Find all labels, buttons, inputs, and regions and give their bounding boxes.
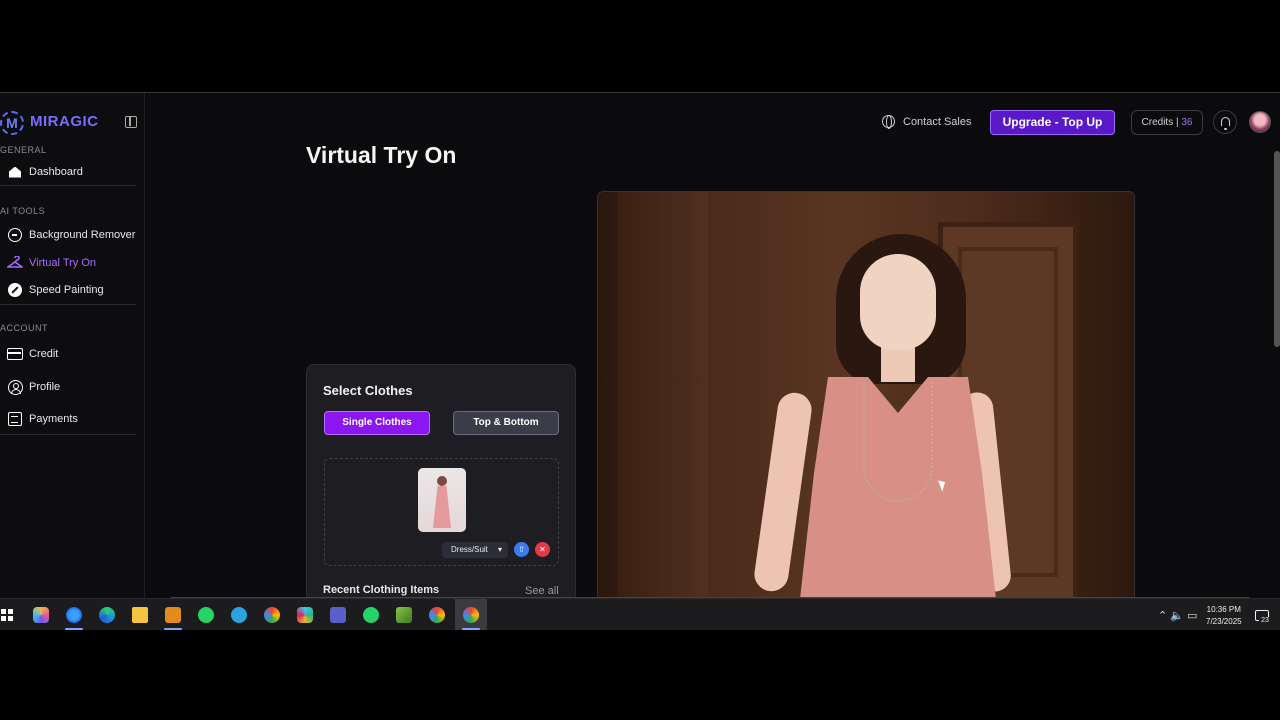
sidebar-item-virtual-try-on[interactable]: Virtual Try On <box>0 252 136 274</box>
system-tray[interactable]: ⌃ 🔈 ▭ <box>1158 609 1197 622</box>
notifications-button[interactable] <box>1213 110 1237 134</box>
globe-icon <box>882 115 895 129</box>
background-door-left <box>618 192 708 598</box>
divider <box>0 185 136 186</box>
vertical-scrollbar[interactable] <box>1274 151 1280 347</box>
trash-icon[interactable]: ✕ <box>535 542 550 557</box>
section-label-general: GENERAL <box>0 145 47 155</box>
brand-name: MIRAGIC <box>30 113 99 130</box>
credits-label: Credits | <box>1141 117 1179 128</box>
clock-date: 7/23/2025 <box>1206 617 1242 626</box>
taskbar-clock[interactable]: 10:36 PM 7/23/2025 <box>1206 604 1242 628</box>
app-window: M MIRAGIC GENERAL Dashboard AI TOOLS Bac… <box>0 92 1280 598</box>
windows-start-icon[interactable] <box>1 609 13 621</box>
top-bottom-button[interactable]: Top & Bottom <box>453 411 559 435</box>
edge-icon[interactable] <box>99 607 115 623</box>
select-clothes-title: Select Clothes <box>323 383 413 398</box>
sidebar-item-credit[interactable]: Credit <box>0 343 136 365</box>
chrome-active-icon[interactable] <box>463 607 479 623</box>
recent-clothing-title: Recent Clothing Items <box>323 584 440 596</box>
brand-logo-icon: M <box>0 111 24 135</box>
telegram-icon[interactable] <box>231 607 247 623</box>
sidebar: M MIRAGIC GENERAL Dashboard AI TOOLS Bac… <box>0 93 145 598</box>
app-icon[interactable] <box>396 607 412 623</box>
notification-count: 23 <box>1259 617 1271 627</box>
clothing-thumbnail[interactable] <box>418 468 466 532</box>
browser-icon[interactable] <box>66 607 82 623</box>
upload-icon[interactable]: ⇧ <box>514 542 529 557</box>
hanger-icon <box>7 255 23 271</box>
sidebar-item-speed-painting[interactable]: Speed Painting <box>0 279 136 301</box>
sidebar-item-label: Dashboard <box>29 166 83 178</box>
section-label-account: ACCOUNT <box>0 323 48 333</box>
clothing-type-value: Dress/Suit <box>451 545 488 554</box>
letterbox-top <box>0 0 1280 92</box>
contact-sales-label: Contact Sales <box>903 115 972 128</box>
brush-icon <box>7 282 23 298</box>
clothing-upload-area[interactable]: Dress/Suit ▾ ⇧ ✕ <box>324 458 559 566</box>
credits-badge[interactable]: Credits | 36 <box>1131 110 1203 135</box>
divider <box>0 434 136 435</box>
sidebar-item-label: Virtual Try On <box>29 257 97 269</box>
file-explorer-icon[interactable] <box>132 607 148 623</box>
credits-value: 36 <box>1181 117 1193 128</box>
sidebar-item-label: Profile <box>29 381 61 393</box>
bell-icon <box>1221 117 1230 130</box>
section-label-ai-tools: AI TOOLS <box>0 206 46 216</box>
single-clothes-button[interactable]: Single Clothes <box>324 411 430 435</box>
whatsapp-business-icon[interactable] <box>363 607 379 623</box>
copilot-icon[interactable] <box>33 607 49 623</box>
sidebar-item-label: Speed Painting <box>29 284 104 296</box>
whatsapp-icon[interactable] <box>198 607 214 623</box>
chrome-profile-icon[interactable] <box>264 607 280 623</box>
slack-icon[interactable] <box>297 607 313 623</box>
model-necklace <box>863 382 933 502</box>
sidebar-item-label: Payments <box>29 413 78 425</box>
sidebar-item-profile[interactable]: Profile <box>0 376 136 398</box>
brand[interactable]: M MIRAGIC <box>0 111 145 135</box>
page-title: Virtual Try On <box>306 142 457 168</box>
model-face <box>860 254 936 350</box>
taskbar: ⌃ 🔈 ▭ 10:36 PM 7/23/2025 23 <box>0 598 1280 631</box>
sidebar-item-label: Background Remover <box>29 229 136 241</box>
try-on-preview-image <box>597 191 1135 598</box>
clothing-type-select[interactable]: Dress/Suit ▾ <box>442 542 508 558</box>
sidebar-item-payments[interactable]: Payments <box>0 408 136 430</box>
select-clothes-panel: Select Clothes Single Clothes Top & Bott… <box>306 364 576 598</box>
card-icon <box>7 346 23 362</box>
chrome-icon[interactable] <box>429 607 445 623</box>
sidebar-item-dashboard[interactable]: Dashboard <box>0 161 136 183</box>
sidebar-item-background-remover[interactable]: Background Remover <box>0 224 136 246</box>
contact-sales-link[interactable]: Contact Sales <box>882 115 972 129</box>
avatar[interactable] <box>1249 111 1271 133</box>
sublime-text-icon[interactable] <box>165 607 181 623</box>
divider <box>0 304 136 305</box>
teams-icon[interactable] <box>330 607 346 623</box>
wallet-icon <box>7 411 23 427</box>
letterbox-bottom <box>0 630 1280 720</box>
clock-time: 10:36 PM <box>1206 605 1241 614</box>
sidebar-collapse-icon[interactable] <box>125 116 137 128</box>
circle-minus-icon <box>7 227 23 243</box>
chevron-down-icon: ▾ <box>497 545 502 554</box>
see-all-link[interactable]: See all <box>525 585 559 597</box>
home-icon <box>7 164 23 180</box>
sidebar-item-label: Credit <box>29 348 59 360</box>
upgrade-button[interactable]: Upgrade - Top Up <box>990 110 1115 135</box>
user-icon <box>7 379 23 395</box>
